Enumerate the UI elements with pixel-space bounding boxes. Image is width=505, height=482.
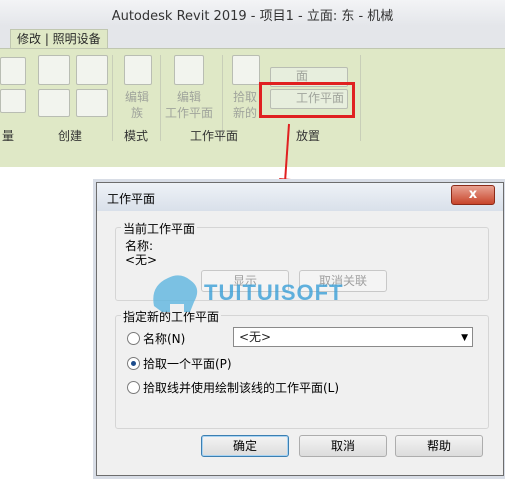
radio-pick-line[interactable]	[127, 381, 140, 394]
edit-workplane-icon[interactable]	[174, 55, 204, 85]
name-select-value: <无>	[239, 330, 272, 344]
measure-tool-icon-2[interactable]	[0, 89, 26, 113]
group-label-create: 创建	[58, 129, 83, 143]
watermark-text: TUITUISOFT	[204, 280, 344, 305]
highlight-box	[259, 82, 355, 118]
help-button[interactable]: 帮助	[395, 435, 483, 457]
elephant-logo-icon	[153, 275, 198, 312]
tab-modify-lighting[interactable]: 修改 | 照明设备	[10, 29, 108, 49]
title-bar: Autodesk Revit 2019 - 项目1 - 立面: 东 - 机械	[0, 0, 505, 26]
name-select[interactable]: <无> ▼	[233, 327, 473, 347]
radio-pick-plane[interactable]	[127, 357, 140, 370]
edit-family-button[interactable]: 编辑 族	[118, 89, 156, 121]
window-title: Autodesk Revit 2019 - 项目1 - 立面: 东 - 机械	[111, 9, 394, 24]
create-array-icon[interactable]	[76, 89, 108, 117]
dialog-title: 工作平面	[107, 192, 156, 206]
measure-tool-icon[interactable]	[0, 57, 26, 85]
create-parts-icon[interactable]	[38, 89, 70, 117]
current-workplane-legend: 当前工作平面	[121, 220, 198, 237]
dialog-title-bar[interactable]: 工作平面 x	[97, 183, 503, 211]
group-label-workplane: 工作平面	[190, 129, 239, 143]
radio-pick-plane-label[interactable]: 拾取一个平面(P)	[143, 355, 232, 372]
chevron-down-icon: ▼	[461, 333, 468, 343]
pick-new-icon[interactable]	[232, 55, 260, 85]
workplane-dialog: 工作平面 x 当前工作平面 名称: <无> 显示 取消关联 指定新的工作平面 名…	[96, 182, 504, 476]
edit-workplane-button[interactable]: 编辑 工作平面	[160, 89, 218, 121]
cancel-button[interactable]: 取消	[299, 435, 387, 457]
options-bar	[0, 145, 505, 167]
ribbon-separator	[360, 55, 361, 141]
close-button[interactable]: x	[451, 185, 495, 205]
ok-button[interactable]: 确定	[201, 435, 289, 457]
tuituisoft-watermark: TUITUISOFT	[153, 275, 344, 312]
create-component-icon[interactable]	[76, 55, 108, 85]
radio-pick-line-label[interactable]: 拾取线并使用绘制该线的工作平面(L)	[143, 379, 339, 396]
group-label-mode: 模式	[124, 129, 149, 143]
group-label-place: 放置	[296, 129, 321, 143]
ribbon-tab-row: 修改 | 照明设备	[0, 26, 505, 49]
edit-family-icon[interactable]	[124, 55, 152, 85]
create-group-icon[interactable]	[38, 55, 70, 85]
radio-by-name[interactable]	[127, 332, 140, 345]
radio-by-name-label[interactable]: 名称(N)	[143, 330, 185, 347]
ribbon-panel: 编辑 族 编辑 工作平面 拾取 新的 面 工作平面 量 创建 模式 工作平面 放…	[0, 48, 505, 146]
ribbon-separator	[112, 55, 113, 141]
group-label-measure: 量	[2, 129, 15, 143]
